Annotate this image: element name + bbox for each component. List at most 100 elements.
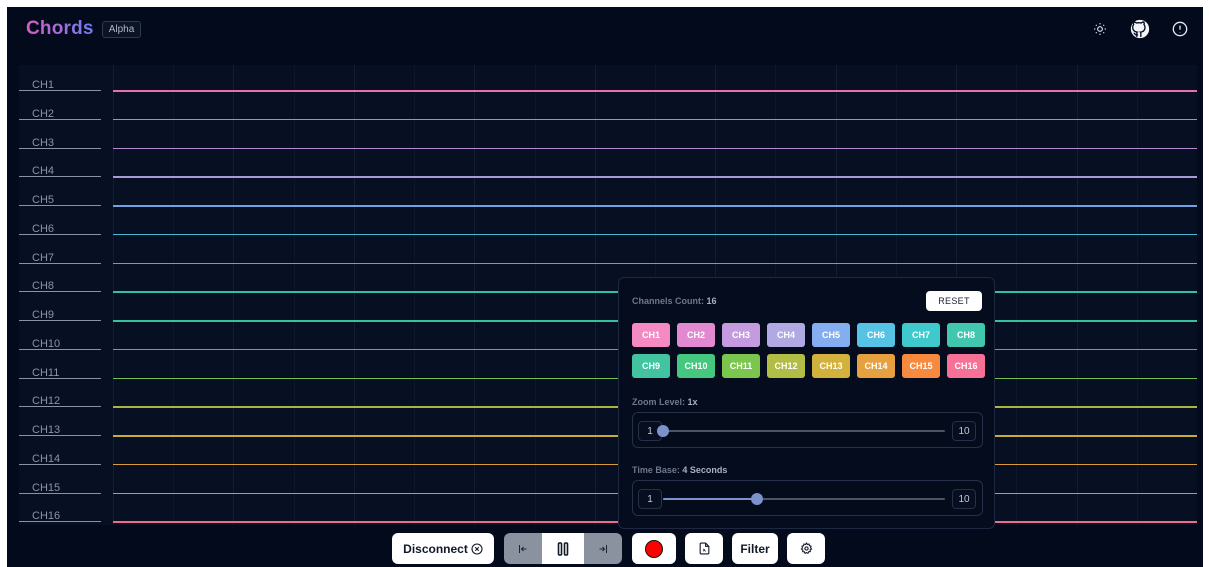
channel-settings-panel: Channels Count: 16 RESET CH1 CH2 CH3 CH4 CH5… [618, 277, 995, 529]
channel-toggle-ch3[interactable]: CH3 [722, 323, 760, 347]
disconnect-label: Disconnect [403, 541, 468, 556]
channel-toggle-ch9[interactable]: CH9 [632, 354, 670, 378]
time-base-label: Time Base: 4 Seconds [632, 465, 727, 475]
channel-row-ch11: CH11 [19, 353, 1197, 382]
next-button[interactable] [584, 533, 622, 564]
timebase-label-text: Time Base: [632, 465, 680, 475]
channel-label-underline [19, 205, 101, 206]
channel-row-ch12: CH12 [19, 381, 1197, 410]
channel-toggle-ch12[interactable]: CH12 [767, 354, 805, 378]
channel-row-ch1: CH1 [19, 65, 1197, 94]
channel-toggle-ch11[interactable]: CH11 [722, 354, 760, 378]
github-icon[interactable] [1129, 18, 1151, 40]
save-file-button[interactable] [685, 533, 723, 564]
channel-toggle-grid: CH1 CH2 CH3 CH4 CH5 CH6 CH7 CH8 CH9 CH10 CH11 CH12 C… [632, 323, 985, 378]
channel-row-ch14: CH14 [19, 439, 1197, 468]
file-icon [699, 542, 709, 555]
timebase-max: 10 [952, 489, 976, 509]
close-circle-icon [471, 542, 483, 555]
pause-button[interactable] [542, 533, 584, 564]
sun-icon[interactable] [1089, 18, 1111, 40]
timebase-slider-fill [663, 498, 757, 500]
channel-label-underline [19, 492, 101, 494]
channel-toggle-ch14[interactable]: CH14 [857, 354, 895, 378]
filter-button[interactable]: Filter [732, 533, 778, 564]
channel-row-ch7: CH7 [19, 238, 1197, 267]
channel-toggle-ch15[interactable]: CH15 [902, 354, 940, 378]
channel-toggle-ch16[interactable]: CH16 [947, 354, 985, 378]
channel-label-underline [19, 90, 101, 91]
signal-plot: CH1 CH2 CH3 CH4 CH5 CH6 CH7 CH8 CH9 CH10 CH11 CH12 C… [19, 65, 1197, 525]
channel-row-ch15: CH15 [19, 468, 1197, 497]
channel-label-underline [19, 262, 101, 264]
channel-label-underline [19, 147, 101, 149]
channel-label-underline [19, 377, 101, 379]
channel-toggle-ch2[interactable]: CH2 [677, 323, 715, 347]
zoom-value: 1x [687, 397, 698, 407]
pause-icon [557, 541, 569, 556]
skip-back-icon [519, 544, 527, 553]
channel-row-ch16: CH16 [19, 496, 1197, 525]
channels-count: Channels Count: 16 [632, 296, 717, 306]
settings-button[interactable] [787, 533, 825, 564]
reset-button[interactable]: RESET [926, 291, 982, 311]
channel-row-ch4: CH4 [19, 151, 1197, 180]
disconnect-button[interactable]: Disconnect [392, 533, 494, 564]
zoom-slider-box: 1 10 [632, 412, 983, 448]
playback-controls [504, 533, 622, 564]
zoom-level-label: Zoom Level: 1x [632, 397, 698, 407]
channel-toggle-ch1[interactable]: CH1 [632, 323, 670, 347]
zoom-label-text: Zoom Level: [632, 397, 686, 407]
channel-row-ch13: CH13 [19, 410, 1197, 439]
timebase-slider-thumb[interactable] [751, 493, 763, 505]
header: Chords Alpha [7, 7, 1203, 51]
channel-toggle-ch8[interactable]: CH8 [947, 323, 985, 347]
info-icon[interactable] [1169, 18, 1191, 40]
channel-label-underline [19, 320, 101, 321]
channel-row-ch5: CH5 [19, 180, 1197, 209]
channel-trace [113, 233, 1197, 236]
channel-row-ch2: CH2 [19, 94, 1197, 123]
channel-label-underline [19, 176, 101, 178]
timebase-min: 1 [638, 489, 662, 509]
channel-trace [113, 90, 1197, 92]
app-title: Chords [26, 18, 94, 39]
alpha-badge: Alpha [101, 20, 142, 38]
skip-forward-icon [599, 544, 607, 553]
channel-toggle-ch6[interactable]: CH6 [857, 323, 895, 347]
channel-label-underline [19, 233, 101, 235]
channel-toggle-ch10[interactable]: CH10 [677, 354, 715, 378]
channel-trace [113, 262, 1197, 264]
timebase-slider-track[interactable] [663, 493, 945, 505]
channel-label-underline [19, 348, 101, 350]
gear-icon [800, 542, 812, 555]
channel-toggle-ch7[interactable]: CH7 [902, 323, 940, 347]
channel-row-ch6: CH6 [19, 209, 1197, 238]
channel-toggle-ch4[interactable]: CH4 [767, 323, 805, 347]
channel-row-ch8: CH8 [19, 266, 1197, 295]
channel-label-underline [19, 435, 101, 436]
record-button[interactable] [632, 533, 676, 564]
record-icon [645, 539, 663, 558]
zoom-slider-thumb[interactable] [657, 425, 669, 437]
zoom-slider-track[interactable] [657, 425, 945, 437]
channel-trace [113, 118, 1197, 121]
channel-trace [113, 176, 1197, 178]
channel-toggle-ch5[interactable]: CH5 [812, 323, 850, 347]
zoom-max: 10 [952, 421, 976, 441]
channel-trace [113, 205, 1197, 207]
channel-toggle-ch13[interactable]: CH13 [812, 354, 850, 378]
channels-count-value: 16 [706, 296, 717, 306]
channel-label-underline [19, 521, 101, 523]
app-window: Chords Alpha CH1 CH2 CH3 CH4 CH5 CH6 CH7… [7, 7, 1203, 567]
channel-label-underline [19, 406, 101, 408]
channel-label-underline [19, 463, 101, 465]
channels-count-label: Channels Count: [632, 296, 704, 306]
timebase-value: 4 Seconds [682, 465, 728, 475]
channel-row-ch3: CH3 [19, 123, 1197, 152]
channel-trace [113, 147, 1197, 149]
previous-button[interactable] [504, 533, 542, 564]
channel-label-underline [19, 118, 101, 120]
channel-row-ch9: CH9 [19, 295, 1197, 324]
header-actions [1089, 18, 1191, 40]
